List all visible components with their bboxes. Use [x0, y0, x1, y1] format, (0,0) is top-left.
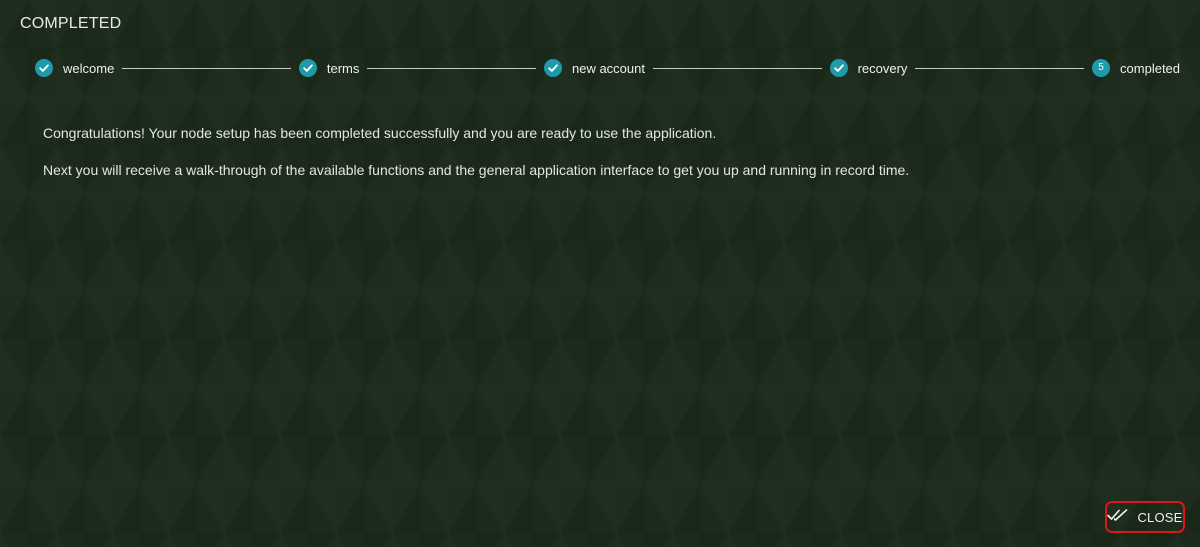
close-button[interactable]: CLOSE	[1105, 501, 1185, 533]
step-terms: terms	[298, 59, 360, 77]
step-label: completed	[1120, 60, 1181, 76]
setup-stepper: welcome terms new account recovery 5 com…	[35, 58, 1180, 78]
step-number: 5	[1098, 62, 1104, 73]
step-recovery: recovery	[829, 59, 908, 77]
check-icon	[298, 59, 317, 77]
check-icon	[35, 59, 53, 77]
close-label: CLOSE	[1137, 509, 1183, 525]
step-number-badge: 5	[1092, 59, 1111, 77]
setup-completed-page: COMPLETED welcome terms new account reco…	[0, 0, 1200, 547]
check-icon	[829, 59, 848, 77]
congratulations-text: Congratulations! Your node setup has bee…	[43, 125, 717, 141]
step-welcome: welcome	[35, 59, 114, 77]
step-label: recovery	[857, 60, 908, 76]
step-connector	[367, 67, 536, 69]
step-label: terms	[326, 60, 360, 76]
step-connector	[122, 67, 291, 69]
double-check-icon	[1107, 508, 1129, 527]
check-icon	[543, 59, 562, 77]
step-connector	[915, 67, 1085, 69]
step-connector	[652, 67, 822, 69]
step-new-account: new account	[543, 59, 645, 77]
page-title: COMPLETED	[20, 15, 122, 32]
step-completed: 5 completed	[1092, 59, 1180, 77]
completion-message: Congratulations! Your node setup has bee…	[43, 124, 1160, 198]
step-label: new account	[571, 60, 645, 76]
step-label: welcome	[63, 60, 115, 76]
walkthrough-text: Next you will receive a walk-through of …	[43, 162, 910, 178]
